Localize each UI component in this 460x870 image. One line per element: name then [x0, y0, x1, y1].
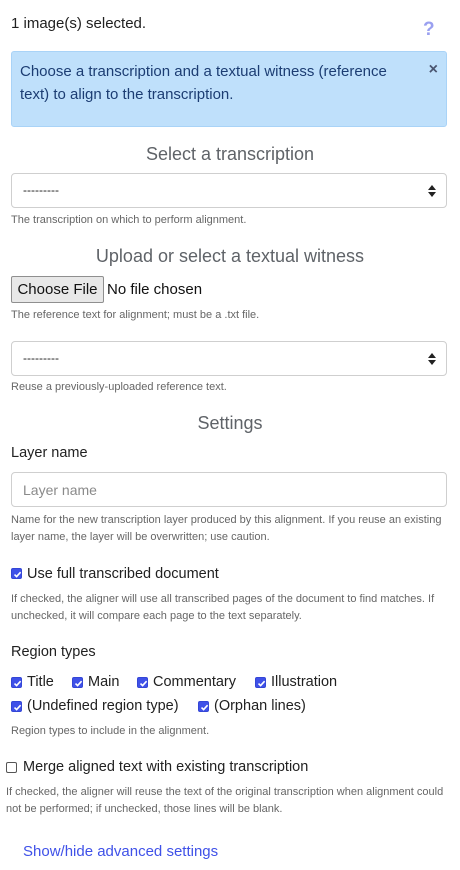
reference-select-value: ---------	[23, 351, 59, 365]
region-type-checkbox-commentary[interactable]	[137, 677, 148, 688]
reference-text-select[interactable]: ---------	[11, 341, 447, 376]
region-type-label-orphan[interactable]: (Orphan lines)	[214, 698, 306, 714]
region-type-label-illustration[interactable]: Illustration	[271, 674, 337, 690]
checkmark-icon	[13, 571, 22, 578]
choose-file-button[interactable]: Choose File	[11, 276, 104, 303]
region-type-label-title[interactable]: Title	[27, 674, 54, 690]
checkmark-icon	[139, 680, 148, 687]
region-types-label: Region types	[11, 644, 96, 660]
layer-name-input[interactable]	[11, 472, 447, 507]
file-help-text: The reference text for alignment; must b…	[11, 309, 260, 321]
transcription-select-value: ---------	[23, 183, 59, 197]
select-arrows-icon	[428, 353, 436, 365]
region-type-checkbox-main[interactable]	[72, 677, 83, 688]
witness-section-title: Upload or select a textual witness	[95, 246, 365, 266]
help-icon[interactable]: ?	[423, 20, 437, 40]
region-type-label-main[interactable]: Main	[88, 674, 119, 690]
full-document-help-text: If checked, the aligner will use all tra…	[11, 593, 435, 622]
selection-count-text: 1 image(s) selected.	[11, 15, 147, 32]
full-document-checkbox[interactable]	[11, 568, 22, 579]
region-type-checkbox-orphan[interactable]	[198, 701, 209, 712]
transcription-select[interactable]: ---------	[11, 173, 447, 208]
region-type-label-undefined[interactable]: (Undefined region type)	[27, 698, 179, 714]
layer-name-label: Layer name	[11, 445, 88, 461]
alert-message: Choose a transcription and a textual wit…	[20, 63, 387, 103]
select-arrows-icon	[428, 185, 436, 197]
merge-label[interactable]: Merge aligned text with existing transcr…	[23, 759, 308, 775]
checkmark-icon	[13, 704, 22, 711]
layer-name-help-text: Name for the new transcription layer pro…	[11, 514, 442, 543]
merge-checkbox[interactable]	[6, 762, 17, 773]
region-type-checkbox-illustration[interactable]	[255, 677, 266, 688]
full-document-label[interactable]: Use full transcribed document	[27, 566, 219, 582]
checkmark-icon	[74, 680, 83, 687]
close-icon[interactable]: ×	[429, 61, 438, 79]
merge-help-text: If checked, the aligner will reuse the t…	[6, 786, 444, 815]
checkmark-icon	[13, 680, 22, 687]
reference-select-help-text: Reuse a previously-uploaded reference te…	[11, 381, 227, 393]
info-alert: Choose a transcription and a textual wit…	[11, 51, 447, 127]
file-status-text: No file chosen	[107, 281, 203, 298]
region-type-label-commentary[interactable]: Commentary	[153, 674, 236, 690]
advanced-settings-link[interactable]: Show/hide advanced settings	[23, 843, 218, 860]
checkmark-icon	[200, 704, 209, 711]
region-type-checkbox-undefined[interactable]	[11, 701, 22, 712]
region-types-help-text: Region types to include in the alignment…	[11, 725, 210, 737]
region-type-checkbox-title[interactable]	[11, 677, 22, 688]
settings-section-title: Settings	[197, 413, 263, 433]
checkmark-icon	[257, 680, 266, 687]
transcription-help-text: The transcription on which to perform al…	[11, 214, 247, 226]
transcription-section-title: Select a transcription	[145, 144, 315, 164]
